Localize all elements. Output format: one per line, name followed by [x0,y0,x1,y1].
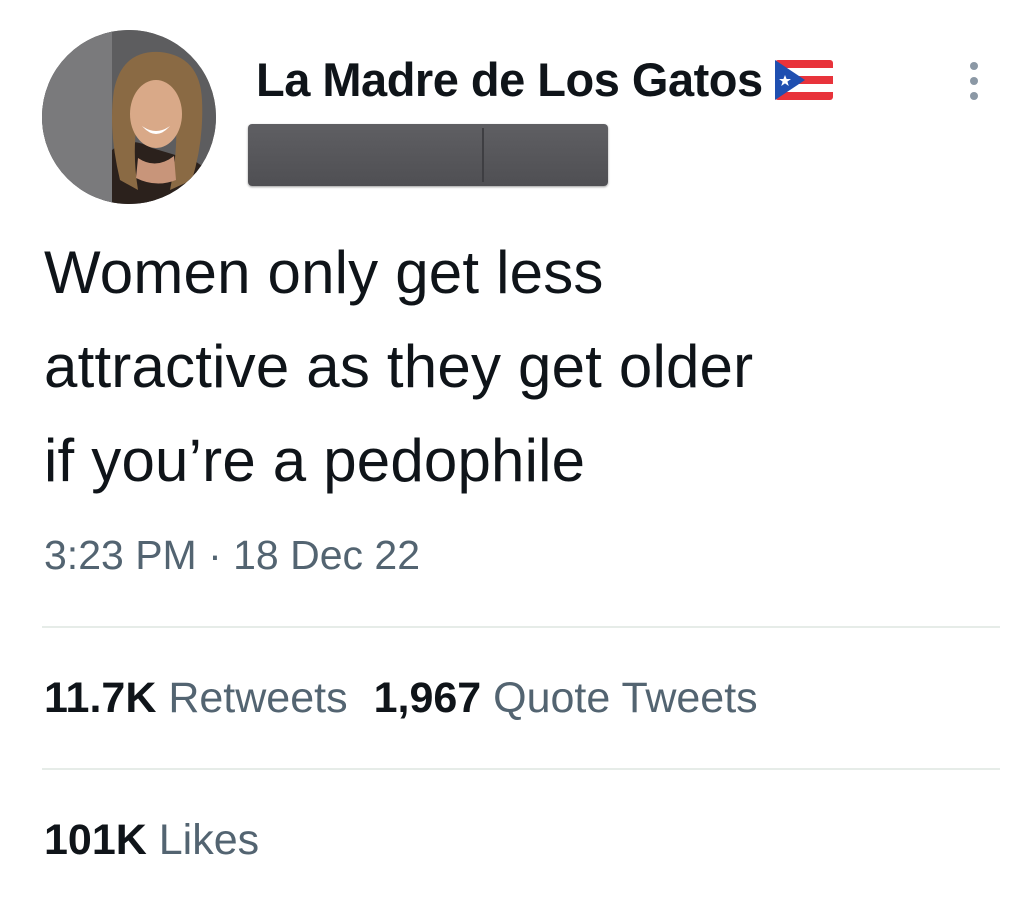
display-name-text: La Madre de Los Gatos [256,53,763,106]
display-name[interactable]: La Madre de Los Gatos [256,52,833,108]
retweets-stat[interactable]: 11.7K Retweets [44,674,348,722]
likes-stat-row: 101K Likes [44,812,259,868]
retweets-count: 11.7K [44,674,157,722]
retweets-label: Retweets [168,674,348,722]
puerto-rico-flag-icon [774,60,833,100]
divider [42,626,1000,628]
tweet-text: Women only get less attractive as they g… [44,226,1004,508]
divider [42,768,1000,770]
likes-label: Likes [158,816,260,864]
tweet-text-line: Women only get less [44,239,604,306]
avatar-photo [42,30,216,204]
engagement-stats: 11.7K Retweets 1,967 Quote Tweets [44,670,758,726]
tweet-text-line: if you’re a pedophile [44,427,586,494]
likes-count: 101K [44,816,147,864]
more-options-icon[interactable] [954,56,994,106]
quote-tweets-stat[interactable]: 1,967 Quote Tweets [374,674,758,722]
redacted-handle [248,124,608,186]
quote-tweets-label: Quote Tweets [493,674,758,722]
tweet-text-line: attractive as they get older [44,333,754,400]
tweet-detail: La Madre de Los Gatos Women only get les… [0,0,1024,905]
avatar[interactable] [42,30,216,204]
likes-stat[interactable]: 101K Likes [44,816,259,864]
tweet-timestamp[interactable]: 3:23 PM · 18 Dec 22 [44,530,420,580]
quote-tweets-count: 1,967 [373,674,482,722]
